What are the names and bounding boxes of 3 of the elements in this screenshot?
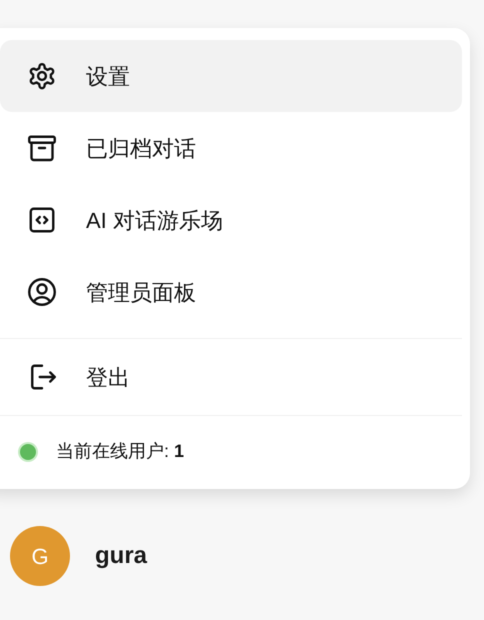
menu-item[interactable]: 设置 [0, 40, 462, 112]
online-users-text: 当前在线用户: 1 [56, 440, 184, 463]
user-name[interactable]: gura [95, 538, 148, 574]
